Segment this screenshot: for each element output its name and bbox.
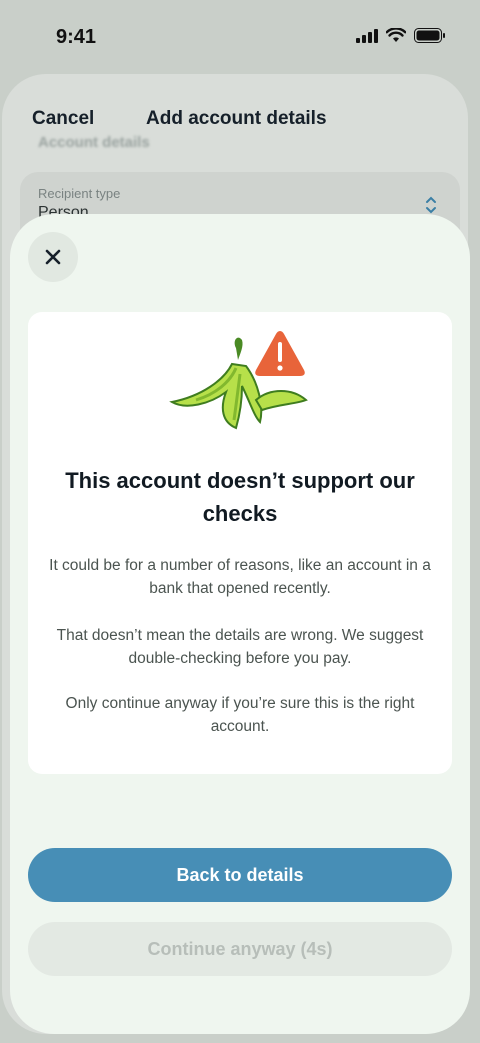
signal-icon	[356, 28, 378, 43]
back-to-details-button[interactable]: Back to details	[28, 848, 452, 902]
banana-peel-warning-illustration	[169, 331, 308, 430]
wifi-icon	[386, 28, 406, 42]
status-time: 9:41	[56, 26, 97, 48]
status-icons	[356, 28, 446, 43]
section-heading: Account details	[38, 134, 150, 151]
modal-paragraph-3: Only continue anyway if you’re sure this…	[65, 695, 415, 735]
info-card: This account doesn’t support our checks …	[28, 312, 452, 774]
close-icon	[45, 249, 61, 265]
modal-paragraph-1: It could be for a number of reasons, lik…	[49, 557, 431, 597]
chevron-up-down-icon	[426, 196, 436, 214]
modal-paragraph-2: That doesn’t mean the details are wrong.…	[56, 627, 424, 667]
recipient-type-label: Recipient type	[38, 186, 121, 201]
modal-title: This account doesn’t support our checks	[65, 468, 415, 526]
modal-sheet: This account doesn’t support our checks …	[10, 214, 470, 1034]
battery-icon	[414, 28, 445, 43]
continue-anyway-button[interactable]: Continue anyway (4s)	[28, 922, 452, 976]
status-bar: 9:41	[0, 0, 480, 72]
cancel-button[interactable]: Cancel	[32, 108, 94, 130]
background-title: Add account details	[146, 108, 327, 129]
close-button[interactable]	[28, 232, 78, 282]
